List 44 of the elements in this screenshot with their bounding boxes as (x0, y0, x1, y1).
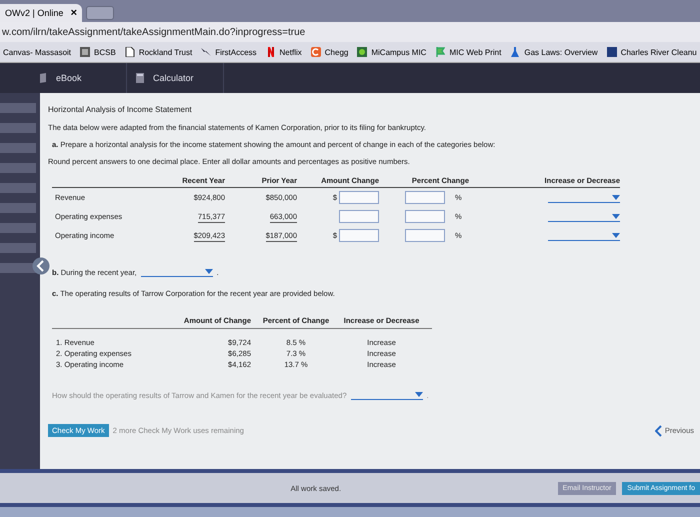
bird-icon (201, 47, 212, 57)
logo-square-icon (357, 47, 368, 57)
input-field[interactable] (339, 210, 379, 223)
chevron-left-icon (654, 424, 662, 436)
input-field[interactable] (339, 191, 379, 204)
square-icon (80, 47, 90, 57)
section-heading: Horizontal Analysis of Income Statement (48, 105, 193, 114)
bookmark[interactable]: MIC Web Print (435, 47, 502, 57)
input-field[interactable] (405, 210, 445, 223)
flask-icon (510, 47, 520, 57)
flag-icon (435, 47, 446, 57)
dropdown[interactable] (548, 230, 620, 240)
caret-icon (612, 214, 620, 218)
bookmark[interactable]: Netflix (266, 47, 302, 57)
book-icon (38, 73, 48, 83)
input-field[interactable] (405, 191, 445, 204)
bookmark[interactable]: FirstAccess (201, 47, 257, 57)
n-logo-icon (266, 47, 276, 57)
bookmark[interactable]: Canvas- Massasoit (3, 48, 72, 56)
bookmark[interactable]: Charles River Cleanu (606, 47, 697, 57)
caret-icon (414, 392, 423, 397)
tab-title: OWv2 | Online (5, 8, 64, 18)
calculator-icon (135, 73, 145, 83)
bookmark[interactable]: BCSB (80, 47, 116, 57)
dropdown[interactable] (350, 390, 423, 400)
dropdown[interactable] (140, 267, 213, 277)
bookmark[interactable]: Chegg (310, 47, 348, 57)
caret-icon (612, 194, 620, 200)
caret-icon (204, 269, 213, 274)
dropdown[interactable] (548, 192, 620, 202)
caret-icon (612, 232, 620, 238)
new-tab-button[interactable] (86, 6, 114, 20)
square-icon (606, 47, 617, 57)
page-icon (124, 47, 135, 57)
input-field[interactable] (339, 229, 379, 242)
c-logo-icon (310, 47, 321, 57)
browser-tab[interactable]: OWv2 | Online × (0, 4, 82, 22)
close-icon[interactable]: × (70, 7, 77, 19)
collapse-icon[interactable] (32, 257, 50, 275)
bookmark[interactable]: MiCampus MIC (357, 47, 426, 57)
bookmark[interactable]: Rockland Trust (124, 47, 192, 57)
dropdown[interactable] (548, 212, 620, 222)
input-field[interactable] (405, 229, 445, 242)
bookmark[interactable]: Gas Laws: Overview (510, 47, 598, 57)
